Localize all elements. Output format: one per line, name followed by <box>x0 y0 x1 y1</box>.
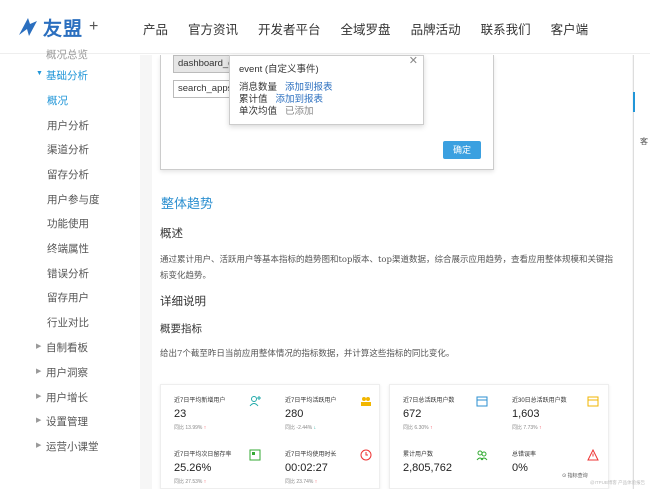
sidebar-item-device-attrs[interactable]: 终端属性 <box>47 241 89 256</box>
metric-label: 近7日总活跃用户数 <box>403 398 455 404</box>
nav-item-news[interactable]: 官方资讯 <box>188 19 238 38</box>
warning-icon <box>587 449 599 461</box>
calendar-month-icon <box>587 396 599 407</box>
nav-item-client[interactable]: 客户端 <box>551 19 589 38</box>
nav-item-developer[interactable]: 开发者平台 <box>258 19 321 38</box>
add-user-icon <box>249 396 261 407</box>
watermark: @ITPUB博客 产品体验报告 <box>590 480 646 485</box>
popover-title: event (自定义事件) <box>239 64 319 75</box>
caret-right-icon: ▶ <box>36 343 42 350</box>
right-side-panel <box>633 55 650 489</box>
row-label: 单次均值 <box>239 106 278 117</box>
overview-paragraph: 通过累计用户、活跃用户等基本指标的趋势图和top版本、top渠道数据，综合展示应… <box>160 255 613 281</box>
nav-item-contact[interactable]: 联系我们 <box>481 19 531 38</box>
sidebar-group-user-growth[interactable]: 用户增长 <box>46 390 88 405</box>
sidebar-group-ops-class[interactable]: 运营小课堂 <box>46 439 99 454</box>
sidebar-group-basic-analysis[interactable]: 基础分析 <box>46 68 88 83</box>
active-users-icon <box>361 397 371 406</box>
sidebar-item-error-analysis[interactable]: 错误分析 <box>47 266 89 281</box>
added-status: 已添加 <box>285 106 314 117</box>
metric-change: 同比 7.73% ↑ <box>512 425 542 431</box>
caret-down-icon: ▼ <box>36 70 43 77</box>
nav-item-compass[interactable]: 全域罗盘 <box>341 19 391 38</box>
caret-right-icon: ▶ <box>36 393 42 400</box>
sidebar-item-user-analysis[interactable]: 用户分析 <box>47 118 89 133</box>
overview-heading: 概述 <box>160 226 183 240</box>
sidebar-item-industry-compare[interactable]: 行业对比 <box>47 315 89 330</box>
metric-change: 同比 -2.44% ↓ <box>285 425 317 431</box>
nav-item-product[interactable]: 产品 <box>143 19 168 38</box>
retention-icon <box>249 449 261 461</box>
calendar-icon <box>476 396 488 407</box>
sidebar-group-custom-board[interactable]: 自制看板 <box>46 340 88 355</box>
metric-value: 280 <box>285 408 304 420</box>
nav-item-events[interactable]: 品牌活动 <box>411 19 461 38</box>
metric-value: 25.26% <box>174 462 212 474</box>
caret-right-icon: ▶ <box>36 368 42 375</box>
caret-right-icon: ▶ <box>36 442 42 449</box>
confirm-button[interactable]: 确定 <box>443 141 481 159</box>
metrics-card-left: 近7日平均新增用户 23 同比 13.99% ↑ 近7日平均活跃用户 280 同… <box>160 384 380 489</box>
metric-cumulative-users: 累计用户数 2,805,762 <box>403 449 503 474</box>
caret-right-icon: ▶ <box>36 417 42 424</box>
sidebar-item-overview[interactable]: 概况 <box>47 93 68 108</box>
brand-plus: + <box>89 18 99 35</box>
metric-value: 672 <box>403 408 422 420</box>
summary-paragraph: 给出7个截至昨日当前应用整体情况的指标数据，并计算这些指标的同比变化。 <box>160 349 455 359</box>
metric-value: 00:02:27 <box>285 462 328 474</box>
detail-heading: 详细说明 <box>160 294 206 308</box>
metric-change: 同比 27.53% ↑ <box>174 479 207 485</box>
metric-value: 2,805,762 <box>403 462 452 474</box>
logo-icon <box>19 18 37 36</box>
top-nav: 友盟 + 产品 官方资讯 开发者平台 全域罗盘 品牌活动 联系我们 客户端 <box>0 0 650 54</box>
close-icon[interactable]: ✕ <box>409 54 418 67</box>
sidebar-item-overview-total[interactable]: 概况总览 <box>46 47 88 62</box>
metric-change: 同比 13.99% ↑ <box>174 425 207 431</box>
clock-icon <box>360 449 372 461</box>
sidebar-item-feature-usage[interactable]: 功能使用 <box>47 216 89 231</box>
sidebar-group-user-insight[interactable]: 用户洞察 <box>46 365 88 380</box>
side-active-marker <box>633 92 635 112</box>
users-icon <box>476 450 488 461</box>
metric-label: 累计用户数 <box>403 452 434 458</box>
add-to-report-dialog: dashboard_d search_apps ✕ event (自定义事件) … <box>160 55 494 170</box>
metric-7d-total-active: 近7日总活跃用户数 672 同比 6.30% ↑ <box>403 395 503 431</box>
metric-change: 同比 6.30% ↑ <box>403 425 433 431</box>
query-icon: ⊙ <box>562 473 567 479</box>
metric-query-button[interactable]: ⊙ 指标查询 <box>562 472 588 479</box>
metric-change: 同比 23.74% ↑ <box>285 479 318 485</box>
event-popover: ✕ event (自定义事件) 消息数量 添加到报表 累计值 添加到报表 单次均值已… <box>229 55 424 125</box>
sidebar: 概况总览 ▼ 基础分析 概况 用户分析 渠道分析 留存分析 用户参与度 功能使用… <box>0 49 140 489</box>
sidebar-item-retention-analysis[interactable]: 留存分析 <box>47 167 89 182</box>
side-panel-label[interactable]: 客 <box>640 136 648 147</box>
sidebar-group-settings[interactable]: 设置管理 <box>46 414 88 429</box>
sidebar-item-channel-analysis[interactable]: 渠道分析 <box>47 142 89 157</box>
sidebar-item-retained-users[interactable]: 留存用户 <box>47 290 89 305</box>
summary-heading: 概要指标 <box>160 323 202 335</box>
sidebar-item-engagement[interactable]: 用户参与度 <box>47 192 100 207</box>
section-title: 整体趋势 <box>161 197 214 212</box>
metric-value: 23 <box>174 408 187 420</box>
popover-row: 单次均值 已添加 <box>239 103 314 117</box>
brand-name: 友盟 <box>43 18 84 40</box>
logo[interactable]: 友盟 + <box>16 12 98 42</box>
metric-value: 1,603 <box>512 408 540 420</box>
